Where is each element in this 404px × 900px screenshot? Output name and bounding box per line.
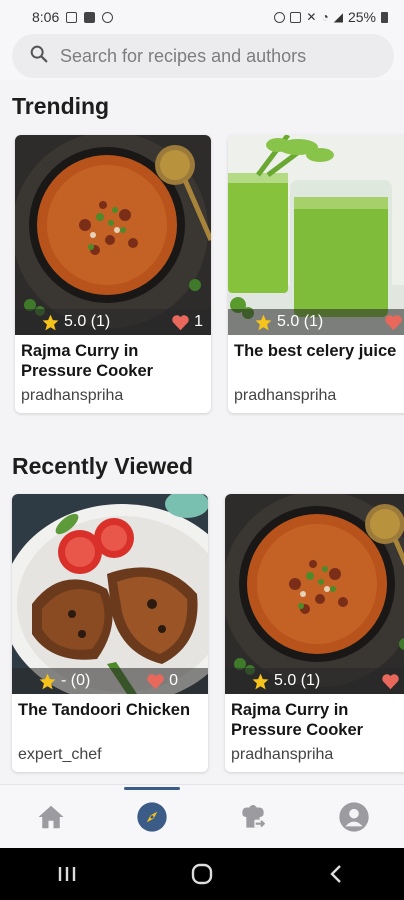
nav-home[interactable] [21,787,81,847]
notification-icon [102,11,114,23]
rating-text: 5.0 (1) [64,313,111,330]
search-bar-container [0,34,404,80]
likes-count: 1 [194,313,203,330]
home-button-icon[interactable] [190,862,214,886]
recently-viewed-heading: Recently Viewed [12,453,194,479]
rajma-curry-photo: 5.0 (1) 1 [225,494,404,694]
recipe-title: Rajma Curry in Pressure Cooker [231,701,364,739]
rating-text: 5.0 (1) [274,672,321,689]
bottom-navigation [0,784,404,848]
mute-icon: ✕ [306,10,317,24]
battery-icon [381,11,388,23]
battery-percentage: 25% [347,9,376,25]
recipe-title: Rajma Curry in Pressure Cooker [21,342,154,380]
card-stats-overlay: 5.0 (1) 1 [15,309,211,335]
star-icon [42,314,59,330]
recipe-card-rajma-trending[interactable]: 5.0 (1) 1 Rajma Curry in Pressure Cooker… [15,135,211,413]
rating-text: 5.0 (1) [277,313,324,330]
recipe-author[interactable]: expert_chef [18,746,102,764]
likes-count: 0 [169,672,178,689]
search-input[interactable] [60,45,360,67]
home-icon [38,805,63,828]
nav-profile[interactable] [324,787,384,847]
search-icon [28,43,50,70]
rating-text: - (0) [61,672,91,689]
heart-icon [172,314,189,330]
status-bar: 8:06 ✕ ◔ ◢ 25% [0,0,404,34]
profile-icon [338,801,369,832]
recipe-title: The Tandoori Chicken [18,701,191,719]
notification-icon [66,11,78,23]
active-tab-indicator [123,786,180,790]
chef-hat-icon [241,804,265,828]
heart-icon [382,673,399,689]
recipe-card-rajma-recent[interactable]: 5.0 (1) 1 Rajma Curry in Pressure Cooker… [225,494,404,772]
vibrate-icon [290,11,302,23]
star-icon [252,673,269,689]
nav-explore[interactable] [122,786,182,847]
recipe-author[interactable]: pradhanspriha [234,387,336,405]
back-icon[interactable] [325,862,349,886]
recipe-author[interactable]: pradhanspriha [21,387,123,405]
notification-icon [84,11,96,23]
recent-apps-icon[interactable] [55,864,79,884]
card-stats-overlay: - (0) 0 [12,668,208,694]
recipe-card-tandoori-chicken[interactable]: - (0) 0 The Tandoori Chicken expert_chef [12,494,208,772]
celery-juice-photo: 5.0 (1) 1 [228,135,404,335]
star-icon [255,314,272,330]
wifi-icon: ◔ [321,10,329,24]
recipe-card-celery-juice[interactable]: 5.0 (1) 1 The best celery juice pradhans… [228,135,404,413]
star-icon [39,673,56,689]
recipe-title: The best celery juice [234,342,397,360]
system-navigation-bar [0,848,404,900]
alarm-icon [274,11,286,23]
card-stats-overlay: 5.0 (1) 1 [228,309,404,335]
status-time: 8:06 [32,9,60,25]
recipe-author[interactable]: pradhanspriha [231,746,333,764]
card-stats-overlay: 5.0 (1) 1 [225,668,404,694]
rajma-curry-photo: 5.0 (1) 1 [15,135,211,335]
heart-icon [385,314,402,330]
heart-icon [147,673,164,689]
nav-my-recipes[interactable] [223,787,283,847]
trending-heading: Trending [12,93,110,119]
tandoori-chicken-photo: - (0) 0 [12,494,208,694]
signal-icon: ◢ [333,10,343,24]
search-bar[interactable] [12,34,394,78]
compass-icon [136,801,167,832]
